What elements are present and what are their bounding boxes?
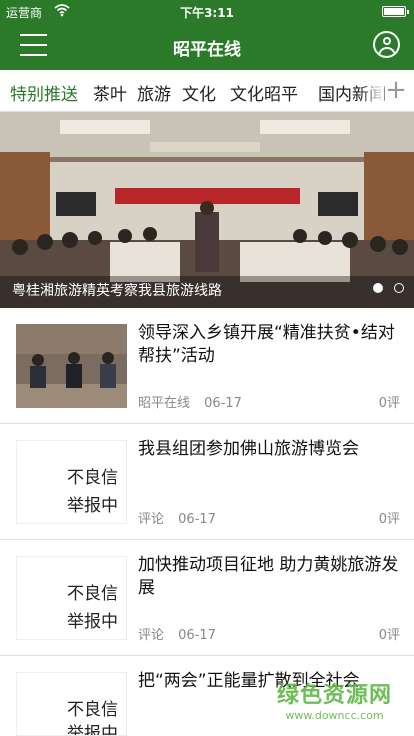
add-tab-button[interactable]: + xyxy=(384,75,408,105)
battery-icon xyxy=(382,6,409,17)
page-title: 昭平在线 xyxy=(173,40,241,60)
placeholder-thumbnail: 不良信 举报中 xyxy=(16,440,127,524)
news-source: 昭平在线 xyxy=(138,396,191,411)
banner-pagination xyxy=(367,278,404,297)
comment-count: 0评 xyxy=(378,396,400,411)
news-meta: 评论 06-17 xyxy=(138,624,226,643)
category-tabs: 特别推送 茶叶 旅游 文化 文化昭平 国内新闻 + xyxy=(0,70,414,112)
page-dot-active[interactable] xyxy=(372,283,383,293)
placeholder-thumbnail: 不良信 举报中 xyxy=(16,672,127,736)
news-date: 06-17 xyxy=(204,396,242,411)
placeholder-line2: 举报中 xyxy=(67,724,118,736)
news-item[interactable]: 不良信 举报中 加快推动项目征地 助力黄姚旅游发展 评论 06-17 0评 xyxy=(0,540,414,656)
page-dot[interactable] xyxy=(394,283,404,293)
app-header: 运营商 下午3:11 昭平在线 xyxy=(0,0,414,70)
tab-special-push[interactable]: 特别推送 xyxy=(10,80,78,105)
news-item[interactable]: 不良信 举报中 把“两会”正能量扩散到全社会 xyxy=(0,656,414,736)
news-title: 加快推动项目征地 助力黄姚旅游发展 xyxy=(138,555,399,598)
news-source: 评论 xyxy=(138,512,165,527)
news-title: 我县组团参加佛山旅游博览会 xyxy=(138,439,359,459)
news-item[interactable]: 不良信 举报中 我县组团参加佛山旅游博览会 评论 06-17 0评 xyxy=(0,424,414,540)
placeholder-line1: 不良信 xyxy=(67,584,118,603)
comment-count: 0评 xyxy=(378,512,400,527)
news-thumbnail xyxy=(16,324,127,408)
tab-culture[interactable]: 文化 xyxy=(182,80,216,105)
tab-tourism[interactable]: 旅游 xyxy=(137,80,171,105)
nav-bar: 昭平在线 xyxy=(0,22,414,70)
news-item[interactable]: 领导深入乡镇开展“精准扶贫•结对帮扶”活动 昭平在线 06-17 0评 xyxy=(0,308,414,424)
news-date: 06-17 xyxy=(178,628,216,643)
placeholder-thumbnail: 不良信 举报中 xyxy=(16,556,127,640)
banner-caption: 粤桂湘旅游精英考察我县旅游线路 xyxy=(12,283,222,299)
tab-culture-zhaoping[interactable]: 文化昭平 xyxy=(230,80,298,105)
news-meta: 评论 06-17 xyxy=(138,508,226,527)
news-title: 领导深入乡镇开展“精准扶贫•结对帮扶”活动 xyxy=(138,323,395,366)
news-source: 评论 xyxy=(138,628,165,643)
status-bar: 运营商 下午3:11 xyxy=(0,0,414,22)
user-profile-icon[interactable] xyxy=(373,31,400,58)
placeholder-line2: 举报中 xyxy=(67,612,118,631)
news-date: 06-17 xyxy=(178,512,216,527)
tab-tea[interactable]: 茶叶 xyxy=(93,80,127,105)
comment-count: 0评 xyxy=(378,628,400,643)
featured-banner[interactable]: 粤桂湘旅游精英考察我县旅游线路 xyxy=(0,112,414,308)
placeholder-line1: 不良信 xyxy=(67,468,118,487)
placeholder-line1: 不良信 xyxy=(67,700,118,719)
status-time: 下午3:11 xyxy=(180,6,234,20)
news-title: 把“两会”正能量扩散到全社会 xyxy=(138,671,360,691)
placeholder-line2: 举报中 xyxy=(67,496,118,515)
news-meta: 昭平在线 06-17 xyxy=(138,392,252,411)
